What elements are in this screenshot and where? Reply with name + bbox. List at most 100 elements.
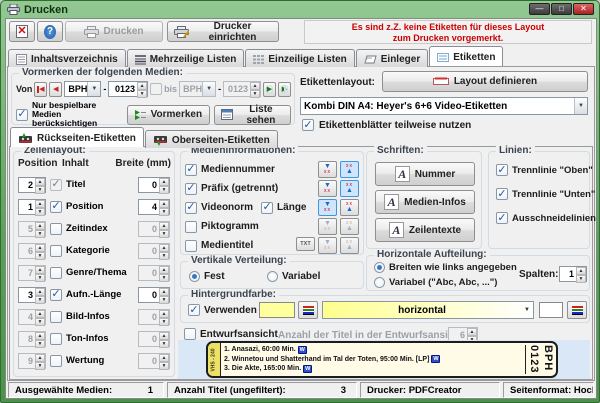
spin-down-icon[interactable]: ▼	[159, 252, 169, 260]
entwurf-checkbox[interactable]	[184, 328, 196, 340]
spin-up-icon[interactable]: ▲	[35, 332, 45, 340]
fest-radio[interactable]	[189, 271, 200, 282]
spin-down-icon[interactable]: ▼	[576, 275, 586, 283]
position-checkbox[interactable]	[50, 201, 62, 213]
position-spinner[interactable]: 7▲▼	[18, 265, 46, 281]
mediennummer-checkbox[interactable]	[185, 164, 197, 176]
spin-up-icon[interactable]: ▲	[159, 178, 169, 186]
spin-down-icon[interactable]: ▼	[159, 274, 169, 282]
spin-up-icon[interactable]: ▲	[159, 200, 169, 208]
zeitindex-checkbox[interactable]	[50, 223, 62, 235]
spin-up-icon[interactable]: ▲	[35, 354, 45, 362]
toninfos-checkbox[interactable]	[50, 333, 62, 345]
tab-mehrzeilige-listen[interactable]: Mehrzeilige Listen	[127, 49, 245, 67]
font-nummer-button[interactable]: A Nummer	[375, 162, 475, 186]
spin-up-icon[interactable]: ▲	[576, 267, 586, 275]
ausschneidelinien-checkbox[interactable]	[496, 212, 508, 224]
minimize-button[interactable]: —	[529, 3, 550, 15]
color1-picker-button[interactable]	[298, 301, 318, 319]
spin-down-icon[interactable]: ▼	[35, 340, 45, 348]
bis-checkbox[interactable]	[150, 83, 162, 95]
genre-checkbox[interactable]	[50, 267, 62, 279]
variabel-radio[interactable]	[267, 271, 278, 282]
above-number-button[interactable]: xx▲	[340, 218, 359, 235]
tab-inhaltsverzeichnis[interactable]: Inhaltsverzeichnis	[8, 49, 126, 67]
below-number-button[interactable]: ▼xx	[318, 218, 337, 235]
laenge-checkbox[interactable]	[261, 202, 273, 214]
printer-setup-button[interactable]: Drucker einrichten	[167, 21, 279, 42]
bildinfos-checkbox[interactable]	[50, 311, 62, 323]
liste-sehen-button[interactable]: Liste sehen	[214, 105, 291, 125]
spin-up-icon[interactable]: ▲	[137, 82, 147, 90]
variabel-abc-radio[interactable]	[374, 277, 385, 288]
medientitel-checkbox[interactable]	[185, 240, 197, 252]
trennlinie-unten-checkbox[interactable]	[496, 188, 508, 200]
spin-down-icon[interactable]: ▼	[159, 296, 169, 304]
above-number-button[interactable]: xx▲	[340, 237, 359, 254]
below-number-button[interactable]: ▼xx	[318, 161, 337, 178]
subtab-oberseiten[interactable]: Oberseiten-Etiketten	[145, 130, 278, 148]
below-number-button[interactable]: ▼xx	[318, 180, 337, 197]
spin-up-icon[interactable]: ▲	[35, 222, 45, 230]
spin-down-icon[interactable]: ▼	[35, 296, 45, 304]
spin-up-icon[interactable]: ▲	[159, 222, 169, 230]
trennlinie-oben-checkbox[interactable]	[496, 164, 508, 176]
position-spinner[interactable]: 9▲▼	[18, 353, 46, 369]
spin-down-icon[interactable]: ▼	[35, 318, 45, 326]
spin-down-icon[interactable]: ▼	[35, 274, 45, 282]
maximize-button[interactable]: □	[551, 3, 572, 15]
spin-down-icon[interactable]: ▼	[35, 208, 45, 216]
tab-etiketten[interactable]: Etiketten	[429, 46, 503, 66]
text-options-button[interactable]: TXT	[296, 237, 315, 251]
spin-down-icon[interactable]: ▼	[159, 230, 169, 238]
to-prefix-combo[interactable]: BPH▼	[179, 81, 216, 97]
spin-up-icon[interactable]: ▲	[35, 288, 45, 296]
help-button[interactable]: ?	[37, 21, 63, 42]
color2-swatch[interactable]	[539, 302, 563, 318]
videonorm-checkbox[interactable]	[185, 202, 197, 214]
print-button[interactable]: Drucken	[65, 21, 163, 42]
kategorie-checkbox[interactable]	[50, 245, 62, 257]
font-zeilentexte-button[interactable]: A Zeilentexte	[375, 218, 475, 242]
below-number-button[interactable]: ▼xx	[318, 237, 337, 254]
tab-einzeilige-listen[interactable]: Einzeilige Listen	[245, 49, 354, 67]
breite-spinner[interactable]: 0▲▼	[138, 287, 170, 303]
spin-up-icon[interactable]: ▲	[35, 244, 45, 252]
gradient-combo[interactable]: horizontal ▼	[322, 301, 534, 319]
breiten-radio[interactable]	[374, 262, 385, 273]
above-number-button[interactable]: xx▲	[340, 199, 359, 216]
spin-up-icon[interactable]: ▲	[159, 354, 169, 362]
wertung-checkbox[interactable]	[50, 355, 62, 367]
first-media-button[interactable]: ◀	[34, 82, 47, 97]
spin-down-icon[interactable]: ▼	[35, 252, 45, 260]
spin-down-icon[interactable]: ▼	[35, 186, 45, 194]
piktogramm-checkbox[interactable]	[185, 221, 197, 233]
spin-down-icon[interactable]: ▼	[159, 318, 169, 326]
spin-up-icon[interactable]: ▲	[159, 332, 169, 340]
breite-spinner[interactable]: 0▲▼	[138, 221, 170, 237]
spin-up-icon[interactable]: ▲	[250, 82, 260, 90]
color1-swatch[interactable]	[259, 302, 295, 318]
color2-picker-button[interactable]	[567, 301, 587, 319]
above-number-button[interactable]: xx▲	[340, 161, 359, 178]
spin-down-icon[interactable]: ▼	[159, 208, 169, 216]
only-recordable-checkbox[interactable]	[16, 109, 28, 121]
spin-down-icon[interactable]: ▼	[35, 230, 45, 238]
spin-up-icon[interactable]: ▲	[159, 310, 169, 318]
position-spinner[interactable]: 4▲▼	[18, 309, 46, 325]
position-spinner[interactable]: 2▲▼	[18, 177, 46, 193]
spin-down-icon[interactable]: ▼	[159, 362, 169, 370]
close-button[interactable]: ✕	[573, 3, 594, 15]
breite-spinner[interactable]: 4▲▼	[138, 199, 170, 215]
above-number-button[interactable]: xx▲	[340, 180, 359, 197]
spin-up-icon[interactable]: ▲	[35, 310, 45, 318]
breite-spinner[interactable]: 0▲▼	[138, 309, 170, 325]
spin-down-icon[interactable]: ▼	[250, 90, 260, 98]
prev-media-button[interactable]: ◀	[49, 82, 62, 97]
next-media-button[interactable]: ▶	[263, 82, 276, 97]
spin-down-icon[interactable]: ▼	[137, 90, 147, 98]
layout-combo[interactable]: Kombi DIN A4: Heyer's 6+6 Video-Etikette…	[300, 97, 588, 115]
layout-definieren-button[interactable]: Layout definieren	[382, 71, 588, 92]
last-media-button[interactable]: ▶	[278, 82, 291, 97]
partial-sheets-checkbox[interactable]	[302, 119, 314, 131]
